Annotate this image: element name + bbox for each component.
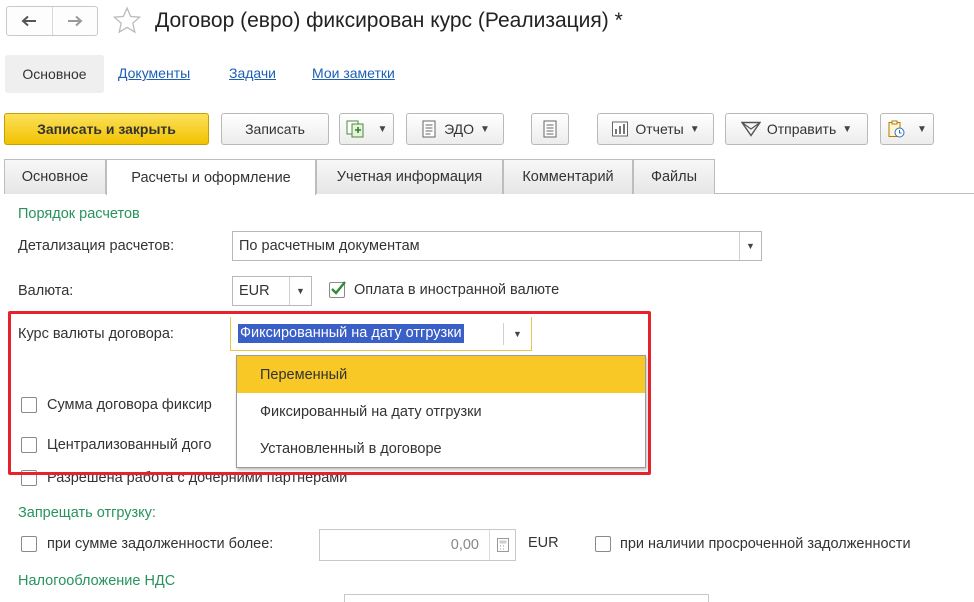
vat-select-partial[interactable]	[344, 594, 709, 602]
link-my-notes[interactable]: Мои заметки	[312, 65, 395, 81]
reports-icon	[612, 121, 629, 137]
chevron-down-icon: ▼	[480, 123, 490, 135]
chevron-down-icon[interactable]: ▼	[739, 232, 761, 260]
checkmark-icon	[331, 281, 346, 295]
chevron-down-icon: ▼	[377, 123, 388, 135]
reports-button[interactable]: Отчеты ▼	[597, 113, 714, 145]
debt-amount-value: 0,00	[450, 537, 479, 553]
back-button[interactable]	[7, 7, 52, 35]
detail-value: По расчетным документам	[239, 238, 420, 254]
section-prohibit-shipment: Запрещать отгрузку:	[18, 505, 156, 521]
tab-comment[interactable]: Комментарий	[503, 159, 633, 194]
send-icon	[740, 121, 761, 137]
forward-button[interactable]	[51, 7, 98, 35]
highlight-frame	[8, 311, 651, 475]
detail-label: Детализация расчетов:	[18, 238, 175, 254]
chevron-down-icon: ▼	[917, 123, 927, 135]
print-list-button[interactable]	[531, 113, 569, 145]
attachments-button[interactable]: ▼	[880, 113, 934, 145]
debt-more-checkbox[interactable]	[21, 536, 37, 552]
section-payment-order: Порядок расчетов	[18, 206, 140, 222]
foreign-payment-label: Оплата в иностранной валюте	[354, 282, 560, 298]
debt-amount-input[interactable]: 0,00	[319, 529, 516, 561]
send-button[interactable]: Отправить ▼	[725, 113, 868, 145]
foreign-payment-checkbox[interactable]	[329, 281, 346, 298]
link-documents[interactable]: Документы	[118, 65, 190, 81]
debt-more-label: при сумме задолженности более:	[47, 536, 274, 552]
detail-select[interactable]: По расчетным документам ▼	[232, 231, 762, 261]
link-main[interactable]: Основное	[5, 55, 104, 93]
currency-value: EUR	[239, 283, 270, 299]
list-icon	[543, 120, 557, 138]
save-button[interactable]: Записать	[221, 113, 329, 145]
chevron-down-icon: ▼	[842, 123, 853, 135]
currency-label: Валюта:	[18, 283, 74, 299]
page-title: Договор (евро) фиксирован курс (Реализац…	[155, 9, 623, 32]
debt-currency: EUR	[528, 535, 559, 551]
overdue-checkbox[interactable]	[595, 536, 611, 552]
favorite-button[interactable]	[112, 6, 142, 36]
clipboard-clock-icon	[888, 120, 905, 138]
link-tasks[interactable]: Задачи	[229, 65, 276, 81]
section-vat: Налогообложение НДС	[18, 573, 176, 589]
tab-accounting-info[interactable]: Учетная информация	[316, 159, 503, 194]
history-nav	[6, 6, 98, 36]
reports-label: Отчеты	[635, 121, 684, 137]
tab-files[interactable]: Файлы	[633, 159, 715, 194]
chevron-down-icon: ▼	[689, 123, 700, 135]
edo-label: ЭДО	[444, 121, 475, 137]
overdue-label: при наличии просроченной задолженности	[620, 536, 911, 552]
create-based-on-button[interactable]: ▼	[339, 113, 394, 145]
tab-payments[interactable]: Расчеты и оформление	[106, 159, 316, 195]
chevron-down-icon[interactable]: ▼	[289, 277, 311, 305]
save-and-close-button[interactable]: Записать и закрыть	[4, 113, 209, 145]
tab-main[interactable]: Основное	[4, 159, 106, 194]
star-icon	[112, 6, 142, 34]
arrow-left-icon	[21, 15, 37, 27]
arrow-right-icon	[67, 15, 83, 27]
create-based-on-icon	[346, 120, 364, 138]
currency-select[interactable]: EUR ▼	[232, 276, 312, 306]
edo-icon	[422, 120, 436, 138]
send-label: Отправить	[766, 121, 837, 137]
edo-button[interactable]: ЭДО ▼	[406, 113, 504, 145]
calculator-icon[interactable]	[489, 530, 515, 560]
